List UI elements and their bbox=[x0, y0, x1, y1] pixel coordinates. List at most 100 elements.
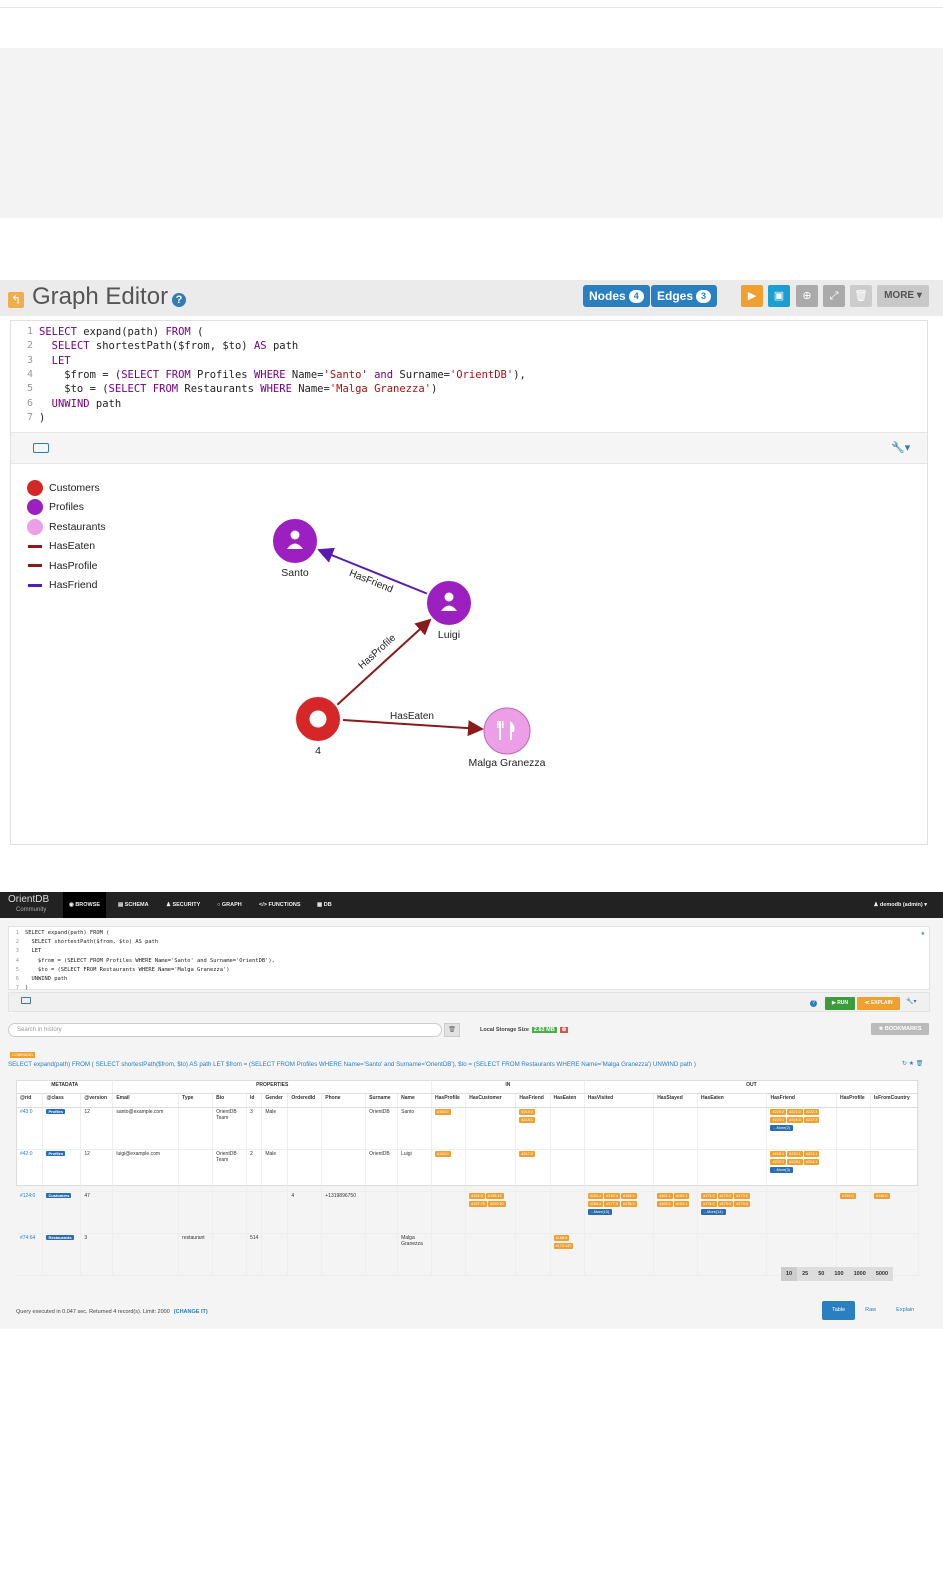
more-links-badge[interactable]: ...More(3) bbox=[770, 1166, 793, 1173]
record-link-badge[interactable]: #221:0 bbox=[787, 1108, 803, 1115]
column-header[interactable]: Email bbox=[112, 1093, 180, 1108]
nav-security[interactable]: ♟ SECURITY bbox=[160, 892, 206, 918]
more-links-badge[interactable]: ...More(14) bbox=[701, 1208, 726, 1215]
record-link-badge[interactable]: #200:10 bbox=[487, 1200, 506, 1207]
record-link-badge[interactable]: #163:1 bbox=[657, 1200, 673, 1207]
class-badge[interactable]: Restaurants bbox=[46, 1234, 74, 1240]
keyboard-icon[interactable] bbox=[21, 997, 31, 1004]
run-button[interactable]: ▶ RUN bbox=[825, 997, 855, 1010]
record-link-badge[interactable]: #161:1 bbox=[657, 1192, 673, 1199]
view-tab-table[interactable]: Table bbox=[822, 1301, 856, 1320]
record-link-badge[interactable]: #194:3 bbox=[469, 1192, 485, 1199]
column-header[interactable]: Bio bbox=[212, 1093, 247, 1108]
change-limit-link[interactable]: (CHANGE IT) bbox=[174, 1309, 208, 1315]
page-size-option[interactable]: 25 bbox=[797, 1267, 813, 1281]
class-badge[interactable]: Profiles bbox=[46, 1150, 66, 1156]
record-link-badge[interactable]: #175:3 bbox=[717, 1200, 734, 1207]
back-arrow-icon[interactable]: ↰ bbox=[8, 292, 24, 308]
column-header[interactable]: IsFromCountry bbox=[870, 1093, 920, 1108]
record-link-badge[interactable]: #177:3 bbox=[604, 1200, 620, 1207]
bookmarks-button[interactable]: ★ BOOKMARKS bbox=[871, 1023, 929, 1035]
command-actions[interactable]: ↻ ★ 🗑 bbox=[902, 1060, 923, 1067]
record-link-badge[interactable]: #223:1 bbox=[770, 1116, 787, 1123]
record-link-badge[interactable]: #158:0 bbox=[839, 1192, 856, 1199]
column-header[interactable]: HasProfile bbox=[836, 1093, 871, 1108]
record-link-badge[interactable]: #224:1 bbox=[803, 1158, 820, 1165]
column-header[interactable]: HasCustomer bbox=[465, 1093, 517, 1108]
nav-schema[interactable]: ▤ SCHEMA bbox=[112, 892, 155, 918]
trash-icon[interactable]: 🗑 bbox=[444, 1023, 460, 1037]
view-tab-explain[interactable]: Explain bbox=[886, 1301, 924, 1320]
record-id-link[interactable]: #124:0 bbox=[20, 1193, 35, 1199]
studio-query-editor[interactable]: ★ 1 SELECT expand(path) FROM (2 SELECT sh… bbox=[8, 926, 930, 991]
wrench-icon[interactable]: 🔧▾ bbox=[906, 998, 916, 1005]
record-link-badge[interactable]: #220:1 bbox=[787, 1150, 803, 1157]
record-link-badge[interactable]: #162:1 bbox=[673, 1192, 690, 1199]
explain-button[interactable]: ≪ EXPLAIN bbox=[857, 997, 900, 1010]
trash-icon[interactable]: 🗑 bbox=[850, 285, 872, 307]
graph-canvas[interactable]: HasFriend HasProfile HasEaten Santo Luig… bbox=[11, 321, 927, 844]
record-link-badge[interactable]: #224:3 bbox=[787, 1116, 803, 1123]
record-link-badge[interactable]: #174:2 bbox=[701, 1200, 717, 1207]
record-id-link[interactable]: #74:64 bbox=[20, 1235, 35, 1241]
column-header[interactable]: HasFriend bbox=[515, 1093, 551, 1108]
column-header[interactable]: Id bbox=[246, 1093, 263, 1108]
record-id-link[interactable]: #42:0 bbox=[20, 1151, 33, 1157]
record-link-badge[interactable]: #172:147 bbox=[553, 1242, 574, 1249]
record-link-badge[interactable]: #171:2 bbox=[701, 1192, 717, 1199]
record-link-badge[interactable]: #176:3 bbox=[734, 1200, 750, 1207]
nav-db[interactable]: ▦ DB bbox=[311, 892, 338, 918]
more-links-badge[interactable]: ...More(2) bbox=[770, 1124, 793, 1131]
edges-button[interactable]: Edges 3 bbox=[651, 285, 718, 307]
page-size-option[interactable]: 100 bbox=[829, 1267, 848, 1281]
record-link-badge[interactable]: #181:4 bbox=[587, 1192, 604, 1199]
column-header[interactable]: Name bbox=[397, 1093, 433, 1108]
more-button[interactable]: MORE ▾ bbox=[877, 285, 929, 307]
help-icon[interactable]: ? bbox=[172, 293, 186, 307]
class-badge[interactable]: Customers bbox=[46, 1192, 72, 1198]
column-header[interactable]: Phone bbox=[321, 1093, 367, 1108]
fullscreen-icon[interactable]: ⤢ bbox=[823, 285, 845, 307]
orientdb-logo[interactable]: OrientDB Community bbox=[8, 895, 49, 915]
record-link-badge[interactable]: #183:4 bbox=[620, 1192, 637, 1199]
record-link-badge[interactable]: #223:1 bbox=[787, 1158, 803, 1165]
page-size-option[interactable]: 10 bbox=[781, 1267, 798, 1281]
record-link-badge[interactable]: #222:1 bbox=[770, 1158, 787, 1165]
record-link-badge[interactable]: #217:3 bbox=[803, 1116, 820, 1123]
view-tab-raw[interactable]: Raw bbox=[855, 1301, 886, 1320]
node-luigi[interactable]: Luigi bbox=[425, 579, 473, 641]
column-header[interactable]: OrderedId bbox=[287, 1093, 323, 1108]
record-link-badge[interactable]: #100:0 bbox=[435, 1108, 451, 1115]
column-header[interactable]: @version bbox=[80, 1093, 114, 1108]
record-link-badge[interactable]: #216:0 bbox=[519, 1108, 535, 1115]
column-header[interactable]: HasFriend bbox=[766, 1093, 837, 1108]
record-link-badge[interactable]: #184:4 bbox=[587, 1200, 604, 1207]
save-icon[interactable]: ▣ bbox=[768, 285, 790, 307]
record-link-badge[interactable]: #182:4 bbox=[604, 1192, 620, 1199]
column-header[interactable]: HasProfile bbox=[431, 1093, 467, 1108]
record-link-badge[interactable]: #146:0 bbox=[873, 1192, 890, 1199]
help-icon[interactable]: ? bbox=[810, 1000, 817, 1007]
record-link-badge[interactable]: #218:1 bbox=[770, 1150, 787, 1157]
record-id-link[interactable]: #43:0 bbox=[20, 1109, 33, 1115]
record-link-badge[interactable]: #222:3 bbox=[803, 1108, 820, 1115]
record-link-badge[interactable]: #221:1 bbox=[803, 1150, 820, 1157]
page-size-selector[interactable]: 10 25 50 100 1000 5000 bbox=[781, 1267, 894, 1281]
column-header[interactable]: @class bbox=[42, 1093, 82, 1108]
nodes-button[interactable]: Nodes 4 bbox=[583, 285, 650, 307]
node-santo[interactable]: Santo bbox=[271, 517, 319, 579]
column-header[interactable]: HasVisited bbox=[584, 1093, 655, 1108]
record-link-badge[interactable]: #100:0 bbox=[435, 1150, 451, 1157]
nav-graph[interactable]: ○ GRAPH bbox=[211, 892, 248, 918]
column-header[interactable]: Gender bbox=[261, 1093, 289, 1108]
user-menu[interactable]: ♟ demodb (admin) ▾ bbox=[873, 892, 927, 918]
page-size-option[interactable]: 5000 bbox=[871, 1267, 893, 1281]
record-link-badge[interactable]: #168:3 bbox=[553, 1234, 570, 1241]
column-header[interactable]: HasEaten bbox=[550, 1093, 585, 1108]
column-header[interactable]: HasEaten bbox=[697, 1093, 768, 1108]
record-link-badge[interactable]: #197:76 bbox=[469, 1200, 487, 1207]
class-badge[interactable]: Profiles bbox=[46, 1108, 66, 1114]
page-size-option[interactable]: 50 bbox=[813, 1267, 829, 1281]
star-icon[interactable]: ★ bbox=[921, 929, 925, 938]
edge-hasprofile[interactable] bbox=[336, 618, 432, 706]
